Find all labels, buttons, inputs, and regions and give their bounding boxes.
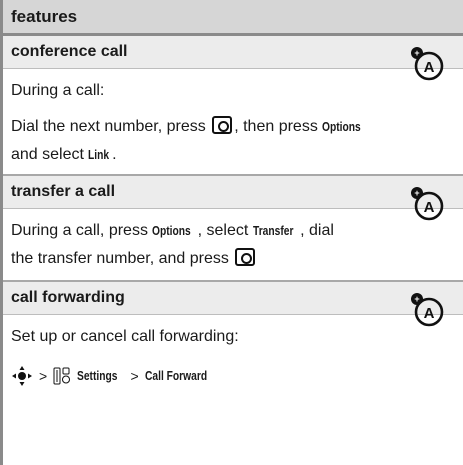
menu-option-label: Link (88, 148, 110, 162)
section-title: transfer a call (3, 176, 463, 209)
text: Dial the next number, press (11, 118, 206, 135)
manual-page: features conference call + A During a ca… (0, 0, 463, 465)
svg-text:+: + (414, 188, 419, 198)
text: , select (197, 222, 249, 239)
section-title-text: transfer a call (11, 183, 116, 200)
section-title: call forwarding (3, 282, 463, 315)
section-title-text: call forwarding (11, 289, 125, 306)
nav-key-icon (12, 366, 32, 386)
path-separator: > (39, 368, 48, 384)
text: , then press (234, 118, 318, 135)
paragraph: During a call, press Options , select Tra… (3, 217, 463, 273)
section-title: conference call (3, 36, 463, 69)
path-separator: > (130, 368, 139, 384)
settings-icon (53, 367, 71, 385)
network-feature-icon: + A (411, 47, 444, 81)
send-key-icon (235, 248, 256, 266)
menu-path: > Settings > Call Forward (3, 359, 463, 393)
text: Set up or cancel call forwarding: (11, 328, 239, 345)
text: . (112, 146, 117, 163)
text: During a call, press (11, 222, 148, 239)
paragraph: Dial the next number, press , then press… (3, 113, 463, 169)
table-header: features (3, 0, 463, 36)
section-title-text: conference call (11, 43, 128, 60)
header-title: features (11, 6, 78, 26)
softkey-label: Options (152, 224, 192, 238)
svg-text:A: A (424, 305, 435, 322)
text: and select (11, 146, 84, 163)
svg-text:A: A (424, 59, 435, 76)
svg-text:+: + (414, 294, 419, 304)
feature-conference-call: conference call + A During a call: Dial … (3, 36, 463, 176)
send-key-icon (212, 116, 233, 134)
svg-text:+: + (414, 48, 419, 58)
paragraph: Set up or cancel call forwarding: (3, 323, 463, 351)
feature-call-forwarding: call forwarding + A Set up or cancel cal… (3, 282, 463, 393)
paragraph: During a call: (3, 77, 463, 105)
text: During a call: (11, 82, 105, 99)
menu-option-label: Transfer (252, 224, 294, 238)
softkey-label: Options (322, 120, 362, 134)
feature-transfer-call: transfer a call + A During a call, press… (3, 176, 463, 282)
network-feature-icon: + A (411, 293, 444, 327)
svg-text:A: A (424, 199, 435, 216)
menu-option-label: Settings (77, 369, 118, 383)
text: the transfer number, and press (11, 250, 229, 267)
network-feature-icon: + A (411, 187, 444, 221)
menu-option-label: Call Forward (144, 369, 207, 383)
text: , dial (300, 222, 334, 239)
